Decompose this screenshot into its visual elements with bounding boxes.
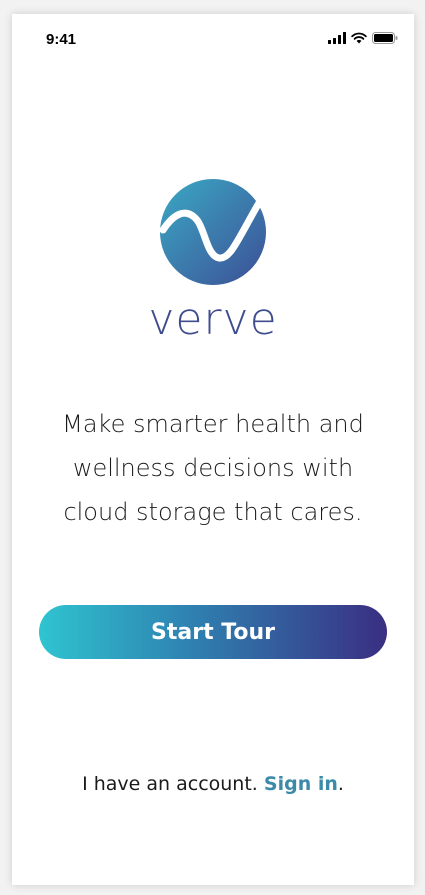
status-time: 9:41 xyxy=(46,31,77,48)
status-icons xyxy=(328,32,398,44)
brand-name: verve xyxy=(148,294,278,345)
tagline-line: wellness decisions with xyxy=(72,454,354,482)
signin-suffix: . xyxy=(337,773,344,795)
start-tour-button[interactable]: Start Tour xyxy=(39,605,387,659)
tagline-line: Make smarter health and xyxy=(62,410,364,438)
signin-prefix: I have an account. xyxy=(82,773,264,795)
phone-screen: 9:41 verve Make smarter health and welln… xyxy=(12,14,414,885)
logo-wrap xyxy=(12,178,414,286)
tagline-line: cloud storage that cares. xyxy=(63,498,363,526)
tagline: Make smarter health and wellness decisio… xyxy=(42,402,384,534)
signal-icon xyxy=(328,32,346,44)
wifi-icon xyxy=(351,32,367,44)
verve-check-wave-icon xyxy=(159,179,267,285)
signin-row: I have an account. Sign in. xyxy=(12,773,414,795)
sign-in-link[interactable]: Sign in xyxy=(264,773,338,795)
status-bar: 9:41 xyxy=(12,14,414,64)
battery-icon xyxy=(372,32,398,44)
